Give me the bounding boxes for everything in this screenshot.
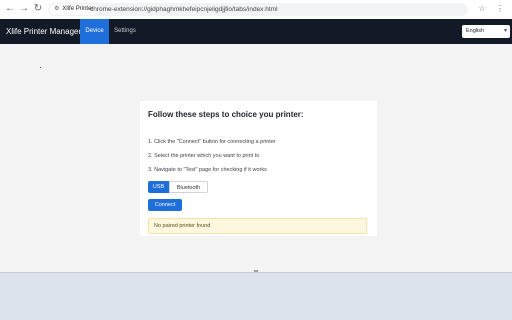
connect-button[interactable]: Connect	[148, 199, 182, 211]
url-text[interactable]: chrome-extension://gidphaghmkhefeipcnjel…	[90, 3, 278, 16]
tab-device[interactable]: Device	[80, 19, 109, 44]
app-navbar: Xlife Printer Manager Device Settings En…	[0, 19, 512, 44]
tab-settings[interactable]: Settings	[110, 19, 140, 44]
site-chip-label: Xlife Printer	[62, 6, 94, 12]
brand-title[interactable]: Xlife Printer Manager	[6, 19, 81, 44]
step-2: 2. Select the printer which you want to …	[148, 153, 260, 159]
decoration-dot	[40, 67, 41, 68]
address-bar[interactable]: ⚙ Xlife Printer chrome-extension://gidpha…	[48, 3, 468, 16]
status-alert: No paired printer found	[148, 218, 367, 234]
chevron-down-icon: ▾	[503, 28, 507, 34]
language-value: English	[466, 28, 485, 34]
device-card: Follow these steps to choice you printer…	[140, 101, 377, 236]
forward-icon[interactable]: →	[18, 3, 30, 15]
usb-toggle-button[interactable]: USB	[148, 181, 169, 193]
step-1: 1. Click the "Connect" button for connec…	[148, 139, 276, 145]
menu-icon[interactable]: ⋮	[494, 3, 506, 15]
card-title: Follow these steps to choice you printer…	[148, 110, 304, 119]
step-3: 3. Navigate to "Test" page for checking …	[148, 167, 267, 173]
language-select[interactable]: English ▾	[462, 25, 510, 38]
bluetooth-toggle-button[interactable]: Bluetooth	[169, 181, 208, 193]
browser-toolbar: ← → ↻ ⚙ Xlife Printer chrome-extension://…	[0, 0, 512, 20]
reload-icon[interactable]: ↻	[32, 3, 44, 15]
back-icon[interactable]: ←	[4, 3, 16, 15]
main-content: Follow these steps to choice you printer…	[0, 44, 512, 273]
resize-handle[interactable]	[254, 270, 258, 272]
star-icon[interactable]: ☆	[476, 3, 488, 15]
puzzle-icon: ⚙	[54, 6, 60, 12]
